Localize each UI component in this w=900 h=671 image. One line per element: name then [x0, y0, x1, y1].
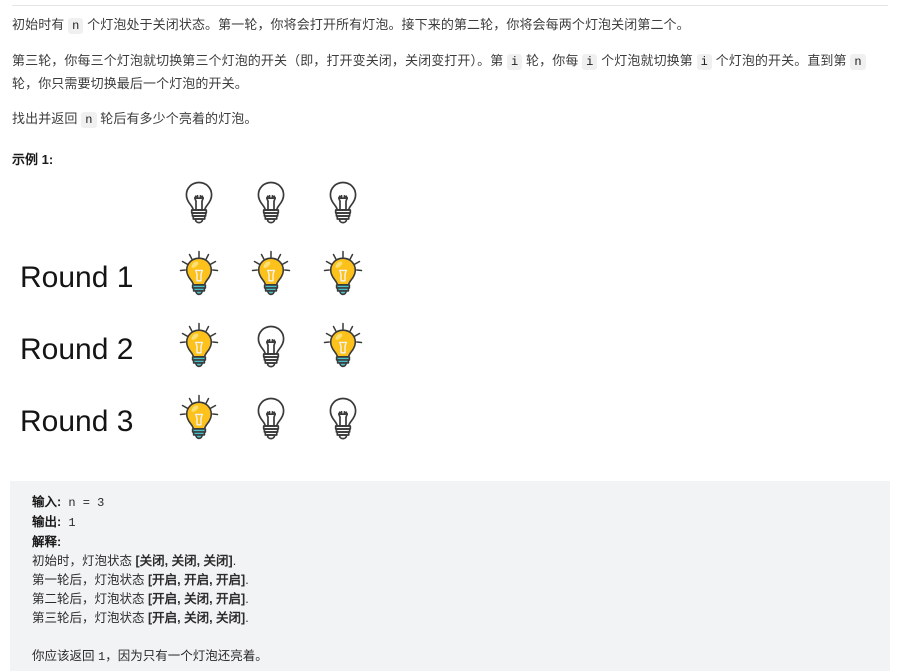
paragraph2-text-2: 轮，你每	[522, 53, 583, 68]
bulb-off-icon	[322, 178, 364, 234]
bulb-diagram: Round 1 Round 2 Round 3	[0, 170, 460, 458]
bulb-group-round-3	[178, 394, 364, 450]
example-code-block: 输入: n = 3 输出: 1 解释: 初始时，灯泡状态 [关闭, 关闭, 关闭…	[10, 481, 890, 671]
explanation-prefix: 第二轮后，灯泡状态	[32, 592, 148, 606]
explanation-line-1: 第一轮后，灯泡状态 [开启, 开启, 开启].	[32, 571, 890, 590]
explanation-prefix: 第一轮后，灯泡状态	[32, 573, 148, 587]
example-input-line: 输入: n = 3	[32, 493, 890, 513]
explanation-states: [开启, 关闭, 开启]	[147, 592, 246, 606]
conclusion-prefix: 你应该返回	[32, 649, 98, 663]
explanation-spacer	[32, 628, 890, 647]
paragraph2-text-4: 个灯泡的开关。直到第	[711, 53, 851, 68]
explanation-states: [关闭, 关闭, 关闭]	[135, 554, 233, 568]
bulb-on-icon	[250, 250, 292, 306]
paragraph2-text-1: 第三轮，你每三个灯泡就切换第三个灯泡的开关（即，打开变关闭，关闭变打开）。第	[12, 53, 508, 68]
explanation-line-0: 初始时，灯泡状态 [关闭, 关闭, 关闭].	[32, 552, 890, 571]
example-conclusion-line: 你应该返回 1，因为只有一个灯泡还亮着。	[32, 647, 890, 667]
input-label: 输入:	[32, 495, 62, 509]
bulb-group-round-2	[178, 322, 364, 378]
bulb-on-icon	[322, 322, 364, 378]
bulb-group-initial	[178, 178, 364, 234]
explanation-prefix: 第三轮后，灯泡状态	[32, 611, 148, 625]
round-label-3: Round 3	[20, 405, 134, 438]
bulb-off-icon	[322, 394, 364, 450]
paragraph3-text-2: 轮后有多少个亮着的灯泡。	[96, 111, 258, 126]
paragraph1-text-1: 初始时有	[12, 17, 69, 32]
bulb-off-icon	[250, 394, 292, 450]
round-label-2: Round 2	[20, 333, 134, 366]
output-value: 1	[61, 516, 76, 530]
problem-description-page: 初始时有 n 个灯泡处于关闭状态。第一轮，你将会打开所有灯泡。接下来的第二轮，你…	[0, 0, 900, 671]
explanation-suffix: .	[245, 573, 249, 587]
explanation-line-2: 第二轮后，灯泡状态 [开启, 关闭, 开启].	[32, 590, 890, 609]
bulb-on-icon	[178, 322, 220, 378]
bulb-on-icon	[178, 394, 220, 450]
inline-code-n-2: n	[850, 54, 866, 70]
inline-code-n-3: n	[81, 112, 97, 128]
round-label-1: Round 1	[20, 261, 134, 294]
inline-code-i-3: i	[696, 54, 712, 70]
bulb-on-icon	[178, 250, 220, 306]
example-heading: 示例 1:	[12, 152, 54, 167]
problem-description: 初始时有 n 个灯泡处于关闭状态。第一轮，你将会打开所有灯泡。接下来的第二轮，你…	[12, 14, 888, 144]
explanation-suffix: .	[232, 554, 237, 568]
bulb-on-icon	[322, 250, 364, 306]
bulb-row-round-2: Round 2	[0, 314, 460, 386]
paragraph2-text-5: 轮，你只需要切换最后一个灯泡的开关。	[12, 76, 248, 91]
bulb-row-round-3: Round 3	[0, 386, 460, 458]
bulb-off-icon	[178, 178, 220, 234]
explanation-suffix: .	[245, 611, 249, 625]
description-paragraph-1: 初始时有 n 个灯泡处于关闭状态。第一轮，你将会打开所有灯泡。接下来的第二轮，你…	[12, 14, 888, 37]
top-divider	[12, 5, 888, 6]
explanation-prefix: 初始时，灯泡状态	[32, 554, 136, 568]
explanation-line-3: 第三轮后，灯泡状态 [开启, 关闭, 关闭].	[32, 609, 890, 628]
inline-code-i-2: i	[582, 54, 598, 70]
output-label: 输出:	[32, 515, 62, 529]
description-paragraph-2: 第三轮，你每三个灯泡就切换第三个灯泡的开关（即，打开变关闭，关闭变打开）。第 i…	[12, 50, 888, 95]
paragraph3-text-1: 找出并返回	[12, 111, 82, 126]
explanation-suffix: .	[245, 592, 249, 606]
paragraph1-text-2: 个灯泡处于关闭状态。第一轮，你将会打开所有灯泡。接下来的第二轮，你将会每两个灯泡…	[83, 17, 690, 32]
inline-code-i-1: i	[507, 54, 523, 70]
example-explanation-label-line: 解释:	[32, 533, 890, 552]
explanation-states: [开启, 开启, 开启]	[147, 573, 246, 587]
bulb-group-round-1	[178, 250, 364, 306]
conclusion-suffix: ，因为只有一个灯泡还亮着。	[105, 649, 268, 663]
bulb-row-initial	[0, 170, 460, 242]
inline-code-n: n	[68, 18, 84, 34]
paragraph2-text-3: 个灯泡就切换第	[597, 53, 697, 68]
description-paragraph-3: 找出并返回 n 轮后有多少个亮着的灯泡。	[12, 108, 888, 131]
example-output-line: 输出: 1	[32, 513, 890, 533]
explanation-states: [开启, 关闭, 关闭]	[147, 611, 246, 625]
bulb-off-icon	[250, 178, 292, 234]
input-value: n = 3	[61, 496, 105, 510]
explanation-label: 解释:	[32, 535, 62, 549]
bulb-row-round-1: Round 1	[0, 242, 460, 314]
bulb-off-icon	[250, 322, 292, 378]
